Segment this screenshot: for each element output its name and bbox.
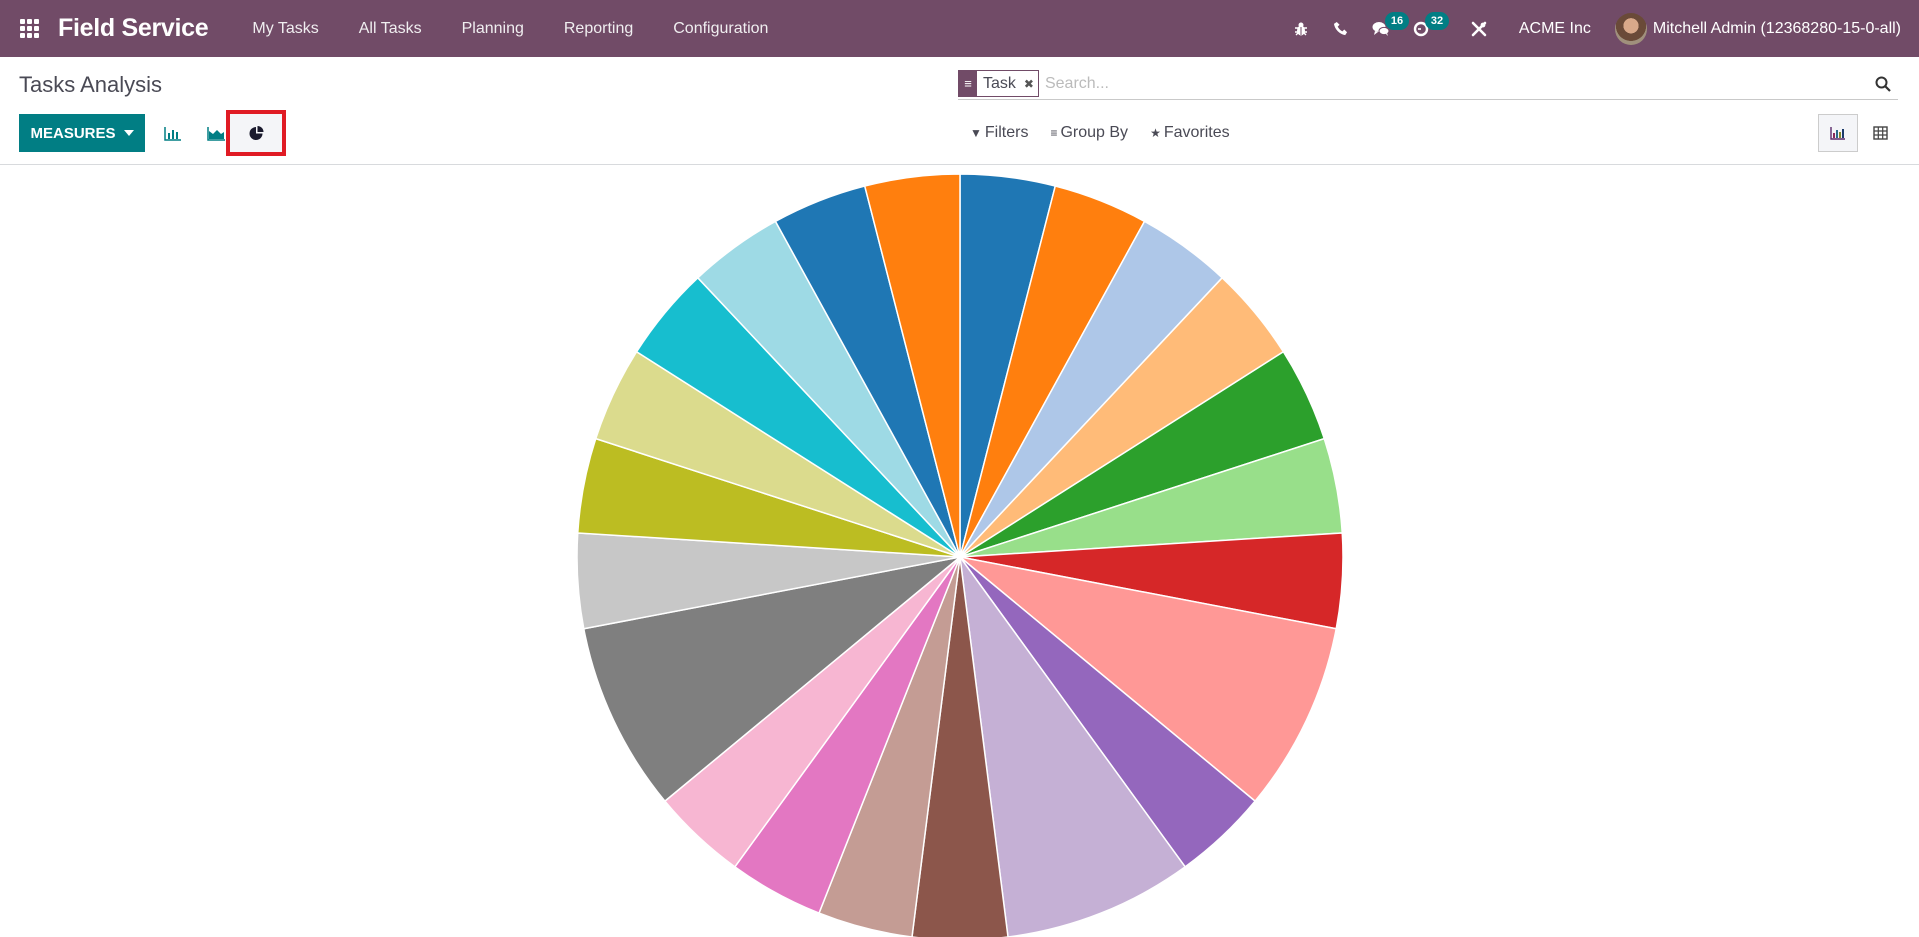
menu-my-tasks[interactable]: My Tasks [232,20,338,38]
pie-chart-button[interactable] [226,110,286,156]
chat-icon[interactable]: 16 [1361,0,1410,57]
search-options: ▼ Filters ≡ Group By ★ Favorites [970,114,1252,152]
groupby-icon: ≡ [959,71,977,96]
graph-view-icon [1830,127,1845,140]
measures-button[interactable]: MEASURES [19,114,145,152]
favorites-label: Favorites [1163,124,1230,141]
menu-reporting[interactable]: Reporting [544,20,653,38]
pie-chart-icon [249,125,264,140]
activity-clock-icon[interactable]: 32 [1401,0,1450,57]
top-navbar: Field Service My Tasks All Tasks Plannin… [0,0,1919,57]
bar-chart-icon [164,126,181,141]
filters-label: Filters [984,124,1029,141]
apps-menu-icon[interactable] [18,18,40,40]
area-chart-icon [206,126,225,141]
pivot-view-button[interactable] [1860,114,1900,152]
table-icon [1872,126,1888,140]
page-title: Tasks Analysis [19,72,163,97]
search-input[interactable] [1044,74,1868,93]
search-icon[interactable] [1868,76,1898,92]
groupby-label: Group By [1060,124,1129,141]
user-name: Mitchell Admin (12368280-15-0-all) [1652,19,1901,37]
facet-value: Task [983,74,1016,92]
chart-area [0,166,1919,937]
menu-configuration[interactable]: Configuration [653,20,788,38]
phone-icon[interactable] [1321,0,1361,57]
favorites-button[interactable]: ★ Favorites [1150,124,1230,142]
search-facet: ≡ Task ✖ [958,70,1039,97]
company-switcher[interactable]: ACME Inc [1499,20,1615,38]
pie-chart [576,173,1344,937]
menu-all-tasks[interactable]: All Tasks [339,20,442,38]
groupby-icon: ≡ [1050,126,1058,140]
app-name[interactable]: Field Service [58,14,209,43]
filters-button[interactable]: ▼ Filters [970,124,1028,142]
facet-remove-icon[interactable]: ✖ [1020,71,1038,96]
group-by-button[interactable]: ≡ Group By [1050,124,1128,142]
user-menu[interactable]: Mitchell Admin (12368280-15-0-all) [1614,12,1919,45]
bar-chart-button[interactable] [153,114,193,152]
tools-icon[interactable] [1459,0,1499,57]
star-icon: ★ [1150,126,1161,140]
activities-badge: 32 [1424,12,1450,30]
measures-label: MEASURES [30,124,116,142]
menu-planning[interactable]: Planning [442,20,544,38]
control-panel: Tasks Analysis MEASURES ≡ Task ✖ ▼ Filte… [0,57,1919,165]
bug-icon[interactable] [1281,0,1321,57]
graph-view-button[interactable] [1818,114,1858,152]
caret-down-icon [123,130,134,136]
avatar [1614,12,1647,45]
search-bar: ≡ Task ✖ [958,68,1898,100]
systray: 16 32 ACME Inc Mitchell Admin (12368280-… [1281,0,1919,57]
filter-icon: ▼ [970,126,982,140]
